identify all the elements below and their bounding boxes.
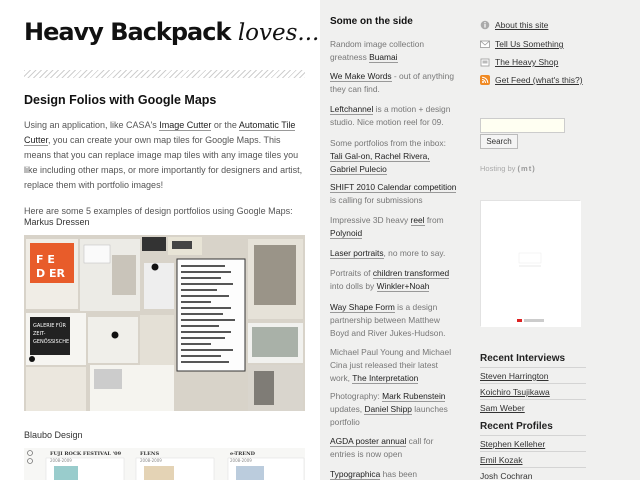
side-item-link[interactable]: Typographica	[330, 469, 381, 480]
text-span: , you can create your own map tiles for …	[24, 135, 303, 190]
profile-link[interactable]: Josh Cochran	[480, 467, 586, 480]
side-item: We Make Words - out of anything they can…	[330, 70, 458, 96]
post-body: Using an application, like CASA's Image …	[24, 118, 306, 230]
thumb-date-2: 2008-2009	[140, 458, 162, 463]
thumb-date-1: 2008-2009	[50, 458, 72, 463]
side-item: Portraits of children transformed into d…	[330, 267, 458, 293]
side-item-text: from	[424, 215, 444, 225]
side-item-text: Portraits of	[330, 268, 373, 278]
recent-interviews-title: Recent Interviews	[480, 353, 566, 364]
side-item: SHIFT 2010 Calendar competition is calli…	[330, 181, 458, 207]
portfolio-collage: F E D ER GALERIE FÜR ZEIT- GENÖSSISCHE	[24, 235, 305, 411]
profile-link[interactable]: Stephen Kelleher	[480, 435, 586, 451]
svg-text:GENÖSSISCHE: GENÖSSISCHE	[33, 338, 69, 345]
side-heading: Some on the side	[330, 16, 413, 27]
side-item-link[interactable]: Tali Gal-on, Rachel Rivera, Gabriel Pule…	[330, 151, 430, 175]
side-item-text: updates,	[330, 404, 365, 414]
rss-icon	[480, 75, 490, 85]
svg-text:D ER: D ER	[36, 267, 65, 280]
post-title[interactable]: Design Folios with Google Maps	[24, 93, 216, 107]
caption-markus-dressen: Markus Dressen	[24, 217, 90, 227]
interview-link[interactable]: Steven Harrington	[480, 367, 586, 383]
zigzag-divider	[24, 70, 305, 78]
side-item-link[interactable]: The Interpretation	[352, 373, 419, 384]
svg-text:GALERIE FÜR: GALERIE FÜR	[33, 322, 66, 329]
profile-link[interactable]: Emil Kozak	[480, 451, 586, 467]
recent-profiles-title: Recent Profiles	[480, 421, 553, 432]
thumb-label-3: e-TREND	[230, 451, 256, 457]
blaubo-design-portfolio-image[interactable]: FUJI ROCK FESTIVAL '09 FLENS e-TREND 200…	[24, 448, 305, 480]
side-item-link[interactable]: We Make Words	[330, 71, 392, 82]
svg-text:F E: F E	[36, 253, 55, 266]
side-item: Some portfolios from the inbox: Tali Gal…	[330, 137, 458, 176]
side-item-link[interactable]: Buamai	[369, 52, 398, 63]
side-item-link[interactable]: children transformed	[372, 268, 450, 279]
side-item-text: is calling for submissions	[330, 195, 423, 205]
shop-link-label: The Heavy Shop	[495, 57, 559, 67]
side-item-text: , no more to say.	[383, 248, 446, 258]
search-button[interactable]: Search	[480, 134, 518, 149]
side-item: Way Shape Form is a design partnership b…	[330, 301, 458, 340]
post-paragraph-1: Using an application, like CASA's Image …	[24, 118, 306, 193]
side-item: AGDA poster annual call for entries is n…	[330, 435, 458, 461]
hosting-label: Hosting by	[480, 164, 516, 173]
side-item-link-2[interactable]: Polynoid	[330, 228, 363, 239]
markus-dressen-portfolio-image[interactable]: F E D ER GALERIE FÜR ZEIT- GENÖSSISCHE	[24, 235, 305, 411]
side-item-link[interactable]: SHIFT 2010 Calendar competition	[330, 182, 457, 193]
side-item-link[interactable]: AGDA poster annual	[330, 436, 407, 447]
feed-link-label: Get Feed (what's this?)	[495, 75, 583, 85]
side-item-text: Photography:	[330, 391, 383, 401]
shop-icon	[480, 58, 490, 67]
side-item-link[interactable]: Laser portraits	[330, 248, 384, 259]
search-input[interactable]	[480, 118, 565, 133]
blaubo-thumbnails: FUJI ROCK FESTIVAL '09 FLENS e-TREND 200…	[24, 448, 305, 480]
side-item-link[interactable]: Way Shape Form	[330, 302, 395, 313]
side-item-link-2[interactable]: Winkler+Noah	[376, 281, 430, 292]
side-item: Michael Paul Young and Michael Cina just…	[330, 346, 458, 385]
side-item-link[interactable]: Mark Rubenstein	[382, 391, 446, 402]
site-title[interactable]: Heavy Backpack loves...	[24, 18, 319, 46]
contact-link[interactable]: Tell Us Something	[480, 39, 564, 49]
mail-icon	[480, 40, 490, 48]
contact-link-label: Tell Us Something	[495, 39, 564, 49]
side-item-text: Impressive 3D heavy	[330, 215, 411, 225]
side-item: Impressive 3D heavy reel from Polynoid	[330, 214, 458, 240]
site-title-loves: loves...	[237, 20, 320, 46]
info-icon	[480, 20, 490, 30]
main-column: Heavy Backpack loves... Design Folios wi…	[0, 0, 320, 480]
side-item: Random image collection greatness Buamai	[330, 38, 458, 64]
hosting-credit[interactable]: Hosting by (mt)	[480, 164, 536, 173]
side-item-text: Some portfolios from the inbox:	[330, 138, 446, 148]
caption-blaubo-design: Blaubo Design	[24, 430, 83, 440]
svg-text:ZEIT-: ZEIT-	[33, 331, 46, 337]
side-item-link[interactable]: reel	[410, 215, 425, 226]
ad-image	[481, 201, 581, 327]
thumb-label-2: FLENS	[140, 451, 159, 457]
side-item: Laser portraits, no more to say.	[330, 247, 458, 260]
side-item-text: has been	[380, 469, 418, 479]
side-item: Photography: Mark Rubenstein updates, Da…	[330, 390, 458, 429]
thumb-label-1: FUJI ROCK FESTIVAL '09	[50, 451, 122, 457]
side-item-link-2[interactable]: Daniel Shipp	[364, 404, 412, 415]
about-link[interactable]: About this site	[480, 20, 548, 30]
text-span: or the	[211, 120, 239, 130]
thumb-date-3: 2008-2009	[230, 458, 252, 463]
about-link-label: About this site	[495, 20, 549, 30]
side-item-link[interactable]: Leftchannel	[330, 104, 374, 115]
side-item-text: into dolls by	[330, 281, 377, 291]
image-cutter-link[interactable]: Image Cutter	[159, 120, 212, 131]
feed-link[interactable]: Get Feed (what's this?)	[480, 75, 583, 85]
mediatemple-logo-icon: (mt)	[517, 164, 536, 173]
interview-link[interactable]: Koichiro Tsujikawa	[480, 383, 586, 399]
side-item: Typographica has been	[330, 468, 458, 480]
site-title-bold: Heavy Backpack	[24, 18, 231, 46]
text-span: Using an application, like CASA's	[24, 120, 160, 130]
sidebar-advertisement[interactable]	[480, 200, 581, 327]
shop-link[interactable]: The Heavy Shop	[480, 57, 558, 67]
interview-link[interactable]: Sam Weber	[480, 399, 586, 415]
side-item: Leftchannel is a motion + design studio.…	[330, 103, 458, 129]
